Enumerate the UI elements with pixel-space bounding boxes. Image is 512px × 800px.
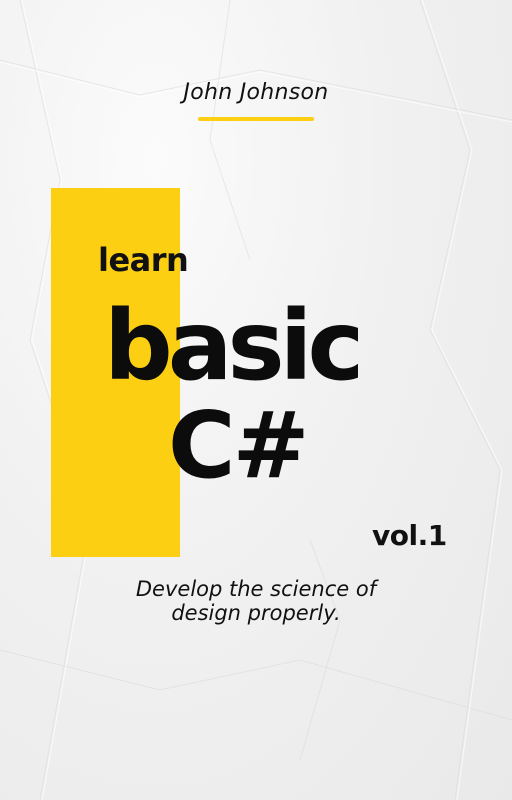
- volume-label: vol.1: [372, 519, 447, 552]
- title-learn: learn: [98, 241, 189, 279]
- book-cover: John Johnson learn basic C# vol.1 Develo…: [0, 0, 512, 800]
- title-basic: basic: [104, 290, 364, 402]
- author-name: John Johnson: [183, 80, 329, 105]
- author-underline: [198, 117, 314, 121]
- tagline: Develop the science of design properly.: [0, 577, 512, 625]
- title-language: C#: [168, 392, 310, 499]
- tagline-line-1: Develop the science of: [135, 577, 377, 601]
- tagline-line-2: design properly.: [171, 601, 341, 625]
